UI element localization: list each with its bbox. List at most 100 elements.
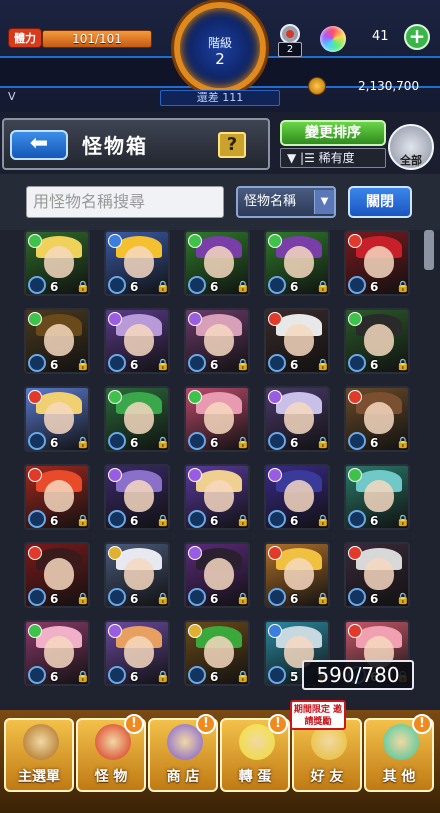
lock-icon[interactable]: 🔒	[156, 358, 168, 372]
monster-face	[364, 246, 394, 278]
gauge-icon	[108, 666, 126, 684]
monster-search-input[interactable]: 用怪物名稱搜尋	[26, 186, 224, 218]
lock-icon[interactable]: 🔒	[396, 358, 408, 372]
monster-face	[284, 402, 314, 434]
lock-icon[interactable]: 🔒	[156, 280, 168, 294]
monster-face	[124, 636, 154, 668]
lock-icon[interactable]: 🔒	[316, 514, 328, 528]
nav-label: 商 店	[166, 769, 200, 785]
monster-card[interactable]: 6🔒	[104, 308, 170, 374]
monster-card[interactable]: 6🔒	[344, 230, 410, 296]
change-sort-button[interactable]: 變更排序	[280, 120, 386, 146]
monster-face	[124, 480, 154, 512]
lock-icon[interactable]: 🔒	[396, 280, 408, 294]
rank-badge[interactable]: 階級 2	[174, 2, 266, 94]
lock-icon[interactable]: 🔒	[396, 592, 408, 606]
lock-icon[interactable]: 🔒	[236, 592, 248, 606]
monster-card[interactable]: 6🔒	[264, 230, 330, 296]
lock-icon[interactable]: 🔒	[316, 358, 328, 372]
monster-card[interactable]: 6🔒	[24, 542, 90, 608]
nav-item[interactable]: 其 他!	[364, 714, 434, 792]
gauge-icon	[28, 432, 46, 450]
monster-card[interactable]: 6🔒	[264, 386, 330, 452]
monster-level: 6	[370, 358, 379, 372]
nav-item[interactable]: 怪 物!	[76, 714, 146, 792]
sort-field[interactable]: ▼ |☰ 稀有度	[280, 148, 386, 168]
monster-card[interactable]: 6🔒	[264, 542, 330, 608]
monster-card[interactable]: 6🔒	[184, 386, 250, 452]
buy-orb-button[interactable]: +	[404, 24, 430, 50]
monster-level: 6	[210, 280, 219, 294]
monster-level: 6	[210, 514, 219, 528]
lock-icon[interactable]: 🔒	[316, 280, 328, 294]
monster-level: 6	[50, 514, 59, 528]
limited-event-banner[interactable]: 期間限定 邀請獎勵	[290, 700, 346, 730]
lock-icon[interactable]: 🔒	[236, 670, 248, 684]
search-type-select[interactable]: 怪物名稱 ▼	[236, 186, 336, 218]
element-icon	[268, 624, 282, 638]
gauge-icon	[108, 432, 126, 450]
monster-card[interactable]: 6🔒	[344, 308, 410, 374]
monster-card[interactable]: 6🔒	[104, 620, 170, 686]
close-search-button[interactable]: 關閉	[348, 186, 412, 218]
monster-card[interactable]: 6🔒	[24, 230, 90, 296]
monster-card[interactable]: 6🔒	[24, 464, 90, 530]
lock-icon[interactable]: 🔒	[396, 436, 408, 450]
help-button[interactable]: ?	[218, 132, 246, 158]
monster-card[interactable]: 6🔒	[344, 464, 410, 530]
monster-level: 6	[290, 514, 299, 528]
all-filter-button[interactable]: 全部	[388, 124, 434, 170]
page-title: 怪物箱	[82, 134, 148, 158]
monster-card[interactable]: 6🔒	[104, 386, 170, 452]
back-button[interactable]: ⬅	[10, 130, 68, 160]
monster-card[interactable]: 6🔒	[264, 308, 330, 374]
lock-icon[interactable]: 🔒	[316, 592, 328, 606]
lock-icon[interactable]: 🔒	[76, 280, 88, 294]
nav-label: 轉 蛋	[238, 769, 272, 785]
monster-card[interactable]: 6🔒	[184, 308, 250, 374]
monster-card[interactable]: 6🔒	[184, 464, 250, 530]
monster-level: 6	[130, 280, 139, 294]
monster-card[interactable]: 6🔒	[184, 620, 250, 686]
orb-count: 41	[372, 29, 389, 44]
lock-icon[interactable]: 🔒	[76, 514, 88, 528]
lock-icon[interactable]: 🔒	[76, 436, 88, 450]
element-icon	[28, 468, 42, 482]
monster-card[interactable]: 6🔒	[24, 620, 90, 686]
element-icon	[268, 312, 282, 326]
lock-icon[interactable]: 🔒	[236, 280, 248, 294]
nav-item[interactable]: 主選單	[4, 718, 74, 792]
lock-icon[interactable]: 🔒	[236, 436, 248, 450]
monster-card[interactable]: 6🔒	[184, 230, 250, 296]
gauge-icon	[188, 354, 206, 372]
lock-icon[interactable]: 🔒	[156, 436, 168, 450]
lock-icon[interactable]: 🔒	[156, 592, 168, 606]
lock-icon[interactable]: 🔒	[76, 670, 88, 684]
monster-card[interactable]: 6🔒	[344, 386, 410, 452]
lock-icon[interactable]: 🔒	[236, 514, 248, 528]
monster-card[interactable]: 6🔒	[24, 386, 90, 452]
monster-card[interactable]: 6🔒	[344, 542, 410, 608]
monster-level: 6	[210, 670, 219, 684]
lock-icon[interactable]: 🔒	[236, 358, 248, 372]
monster-card[interactable]: 6🔒	[264, 464, 330, 530]
monster-card[interactable]: 6🔒	[104, 542, 170, 608]
monster-card[interactable]: 6🔒	[184, 542, 250, 608]
monster-card[interactable]: 6🔒	[104, 464, 170, 530]
element-icon	[348, 624, 362, 638]
orb-icon	[320, 26, 346, 52]
lock-icon[interactable]: 🔒	[316, 436, 328, 450]
grid-scrollbar[interactable]	[424, 230, 434, 270]
lock-icon[interactable]: 🔒	[76, 592, 88, 606]
lock-icon[interactable]: 🔒	[156, 670, 168, 684]
lock-icon[interactable]: 🔒	[396, 514, 408, 528]
lock-icon[interactable]: 🔒	[76, 358, 88, 372]
monster-card[interactable]: 6🔒	[24, 308, 90, 374]
monster-face	[364, 324, 394, 356]
nav-item[interactable]: 商 店!	[148, 714, 218, 792]
lock-icon[interactable]: 🔒	[156, 514, 168, 528]
monster-card[interactable]: 6🔒	[104, 230, 170, 296]
search-type-value: 怪物名稱	[244, 194, 297, 209]
element-icon	[28, 234, 42, 248]
nav-item[interactable]: 轉 蛋!	[220, 714, 290, 792]
